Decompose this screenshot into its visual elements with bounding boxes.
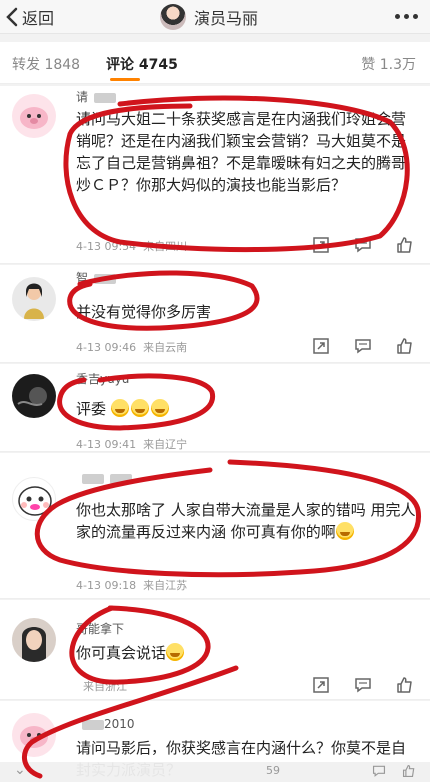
comment-text: 你可真会说话 bbox=[76, 642, 416, 664]
bottom-actions bbox=[372, 764, 416, 778]
more-icon[interactable] bbox=[395, 14, 418, 19]
list-item: 请 请问马大姐二十条获奖感言是在内涵我们玲姐会营销呢？还是在内涵我们颖宝会营销？… bbox=[0, 86, 430, 264]
comment-meta: 4-13 09:41 来自辽宁 bbox=[76, 438, 188, 451]
comment-text: 评委 bbox=[76, 398, 416, 420]
like-icon[interactable] bbox=[396, 236, 414, 254]
tab-bar: 转发 1848 评论 4745 赞 1.3万 bbox=[0, 42, 430, 84]
tab-comments[interactable]: 评论 4745 bbox=[106, 54, 178, 74]
list-item: 你也太那啥了 人家自带大流量是人家的错吗 用完人家的流量再反过来内涵 你可真有你… bbox=[0, 453, 430, 599]
forward-icon[interactable] bbox=[312, 236, 330, 254]
comment-author[interactable]: 哥能拿下 bbox=[76, 620, 124, 637]
list-item: 香吉yuyu 评委 4-13 09:41 来自辽宁 bbox=[0, 364, 430, 452]
tab-forward[interactable]: 转发 1848 bbox=[12, 54, 80, 74]
comment-meta: 来自浙江 bbox=[83, 680, 127, 693]
profile-header[interactable]: 演员马丽 bbox=[160, 2, 258, 32]
comment-author[interactable]: 2010 bbox=[76, 717, 135, 731]
forward-icon[interactable] bbox=[312, 337, 330, 355]
comment-text: 你也太那啥了 人家自带大流量是人家的错吗 用完人家的流量再反过来内涵 你可真有你… bbox=[76, 501, 416, 541]
avatar[interactable] bbox=[12, 713, 56, 757]
page-title: 演员马丽 bbox=[194, 9, 259, 28]
bottom-bar: ⌄ 59 bbox=[0, 762, 430, 782]
comment-author[interactable]: 请 bbox=[76, 88, 117, 105]
laugh-emoji-icon bbox=[130, 399, 149, 417]
avatar bbox=[160, 4, 186, 30]
avatar[interactable] bbox=[12, 477, 56, 521]
like-icon[interactable] bbox=[402, 764, 416, 778]
comment-author[interactable] bbox=[76, 471, 132, 485]
nav-bar: 返回 演员马丽 bbox=[0, 0, 430, 34]
comment-meta: 4-13 09:18 来自江苏 bbox=[76, 579, 188, 592]
comment-actions bbox=[312, 337, 414, 355]
comment-meta: 4-13 09:54 来自四川 bbox=[76, 240, 188, 253]
comment-icon[interactable] bbox=[372, 764, 386, 778]
avatar[interactable] bbox=[12, 374, 56, 418]
laugh-emoji-icon bbox=[110, 399, 129, 417]
comment-text: 并没有觉得你多厉害 bbox=[76, 303, 212, 321]
forward-icon[interactable] bbox=[312, 676, 330, 694]
back-label: 返回 bbox=[22, 9, 55, 28]
comment-actions bbox=[312, 236, 414, 254]
like-icon[interactable] bbox=[396, 337, 414, 355]
chevron-down-icon[interactable]: ⌄ bbox=[14, 762, 26, 778]
back-button[interactable]: 返回 bbox=[6, 4, 54, 30]
back-chevron-icon bbox=[6, 7, 18, 27]
smile-emoji-icon bbox=[335, 522, 354, 540]
avatar[interactable] bbox=[12, 277, 56, 321]
crying-emoji-icon bbox=[166, 643, 185, 661]
laugh-emoji-icon bbox=[150, 399, 169, 417]
repost-count: 59 bbox=[266, 764, 280, 777]
comment-icon[interactable] bbox=[354, 236, 372, 254]
like-icon[interactable] bbox=[396, 676, 414, 694]
comment-text: 请问马大姐二十条获奖感言是在内涵我们玲姐会营销呢？还是在内涵我们颖宝会营销？马大… bbox=[76, 110, 407, 194]
avatar[interactable] bbox=[12, 618, 56, 662]
comment-actions bbox=[312, 676, 414, 694]
list-item: 哥能拿下 你可真会说话 来自浙江 bbox=[0, 600, 430, 700]
tab-likes[interactable]: 赞 1.3万 bbox=[361, 54, 416, 74]
comment-meta: 4-13 09:46 来自云南 bbox=[76, 341, 188, 354]
comment-author[interactable]: 香吉yuyu bbox=[76, 370, 129, 387]
list-item: 智 并没有觉得你多厉害 4-13 09:46 来自云南 bbox=[0, 265, 430, 363]
comment-author[interactable]: 智 bbox=[76, 269, 117, 286]
tab-indicator bbox=[110, 78, 140, 81]
comment-icon[interactable] bbox=[354, 676, 372, 694]
comment-icon[interactable] bbox=[354, 337, 372, 355]
avatar[interactable] bbox=[12, 94, 56, 138]
